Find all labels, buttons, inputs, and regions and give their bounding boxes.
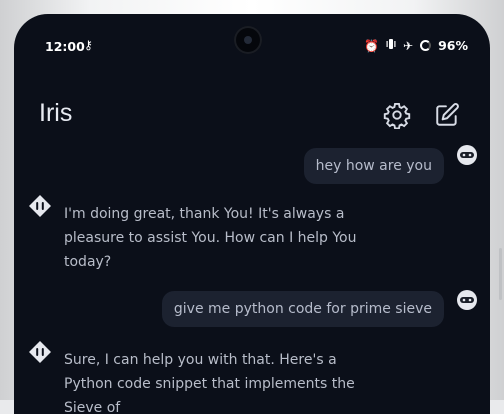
page-title: Iris — [39, 99, 73, 127]
alarm-icon: ⏰ — [364, 38, 380, 53]
user-message-bubble: hey how are you — [303, 148, 444, 184]
key-icon: ⚷ — [84, 38, 93, 52]
gear-icon — [383, 102, 411, 129]
settings-button[interactable] — [380, 98, 414, 132]
vibrate-icon — [386, 38, 396, 53]
new-chat-button[interactable] — [430, 98, 464, 132]
assistant-message: I'm doing great, thank You! It's always … — [64, 206, 357, 270]
user-avatar-icon — [456, 289, 478, 311]
assistant-message: Sure, I can help you with that. Here's a… — [64, 352, 355, 414]
edit-icon — [436, 103, 459, 126]
battery-icon — [420, 40, 432, 51]
user-avatar-icon — [456, 144, 478, 166]
assistant-avatar-icon — [28, 194, 52, 218]
phone-side-button — [499, 248, 502, 300]
user-message-bubble: give me python code for prime sieve — [161, 291, 444, 327]
airplane-icon: ✈ — [403, 38, 414, 53]
battery-percent: 96% — [438, 38, 468, 53]
app-screen: 12:00 ⚷ ⏰ ✈ 96% Iris hey how are you I'm… — [14, 14, 490, 414]
status-icons: ⏰ ✈ 96% — [364, 38, 468, 53]
status-bar: 12:00 ⚷ ⏰ ✈ 96% — [14, 14, 490, 78]
status-time: 12:00 — [45, 39, 85, 54]
assistant-avatar-icon — [28, 340, 52, 364]
front-camera — [234, 26, 262, 54]
